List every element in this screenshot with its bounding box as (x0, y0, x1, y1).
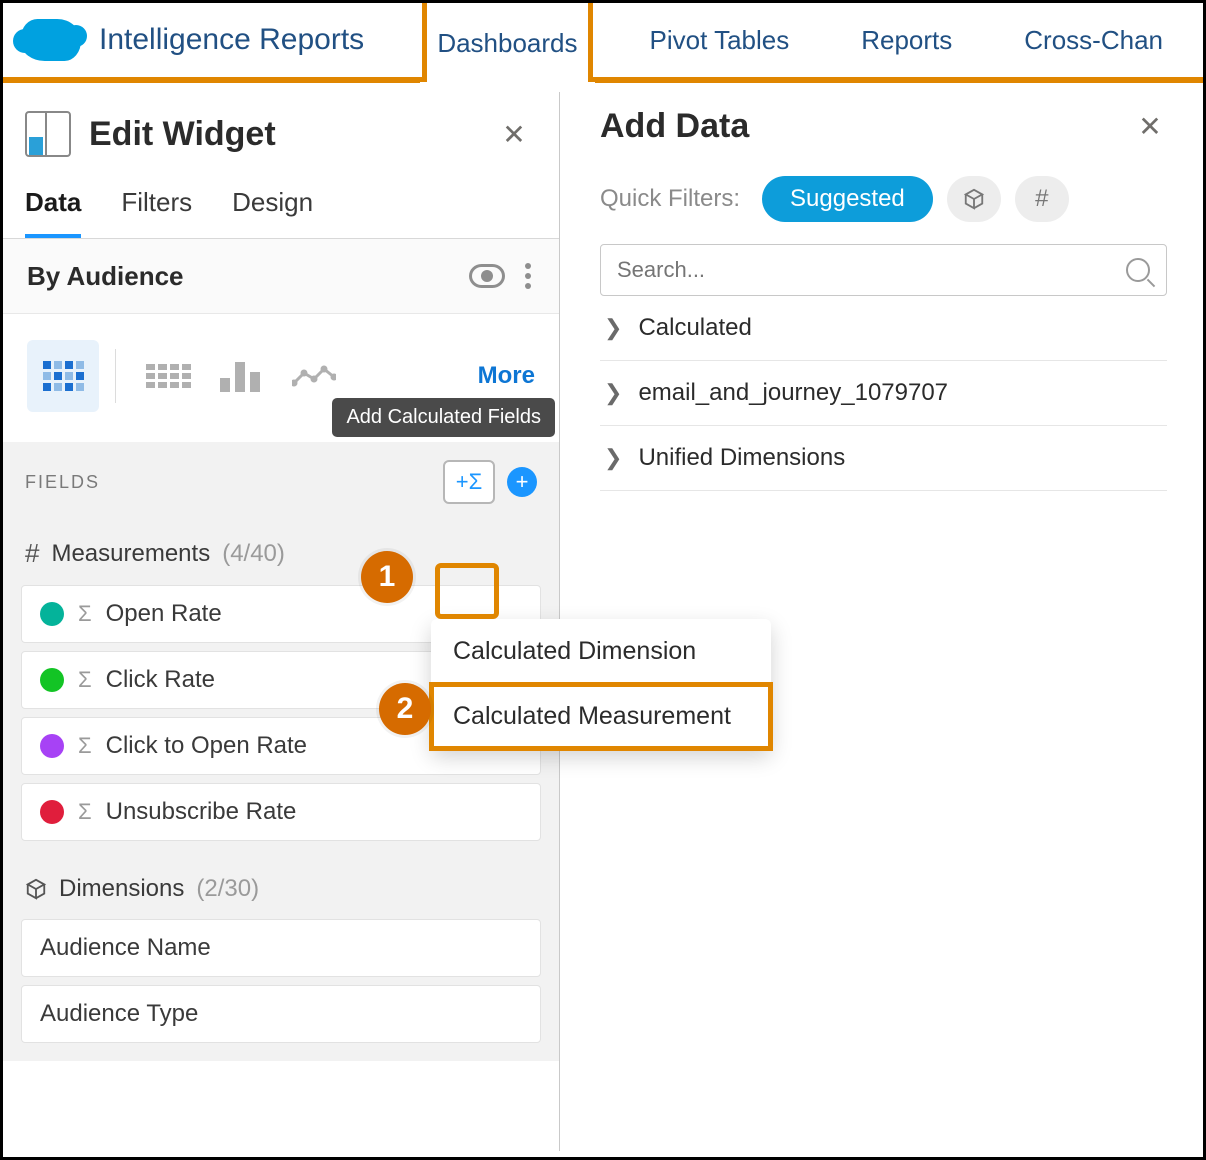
color-dot-icon (40, 734, 64, 758)
dimension-item[interactable]: Audience Name (21, 919, 541, 977)
brand-title: Intelligence Reports (99, 23, 364, 57)
hash-icon: # (1035, 185, 1048, 213)
datasource-email-journey[interactable]: ❯ email_and_journey_1079707 (600, 361, 1167, 426)
quick-filter-measurements[interactable]: # (1015, 176, 1069, 222)
sigma-icon: Σ (78, 799, 92, 825)
cube-icon (25, 878, 47, 900)
dimension-label: Audience Type (40, 1000, 198, 1028)
chevron-right-icon: ❯ (604, 445, 622, 471)
chevron-right-icon: ❯ (604, 380, 622, 406)
add-calculated-fields-button[interactable]: +Σ (443, 460, 495, 504)
measurement-label: Open Rate (106, 600, 222, 628)
datasource-label: Unified Dimensions (638, 444, 845, 472)
edit-widget-title: Edit Widget (89, 115, 479, 154)
search-input[interactable] (617, 257, 1126, 283)
add-data-pane: Add Data ✕ Quick Filters: Suggested # ❯ (560, 83, 1203, 1151)
tab-cross-channel[interactable]: Cross-Chan (1012, 3, 1175, 77)
sigma-icon: Σ (78, 667, 92, 693)
cube-icon (963, 188, 985, 210)
hash-icon: # (25, 538, 39, 569)
chart-type-heatmap[interactable] (27, 340, 99, 412)
widget-icon (25, 111, 71, 157)
chevron-right-icon: ❯ (604, 315, 622, 341)
dropdown-calculated-measurement[interactable]: Calculated Measurement (431, 684, 771, 749)
chart-type-bar[interactable] (204, 340, 276, 412)
subtab-data[interactable]: Data (25, 187, 81, 238)
dimensions-title: Dimensions (59, 875, 184, 903)
chart-type-table[interactable] (132, 340, 204, 412)
dimension-label: Audience Name (40, 934, 211, 962)
calculated-fields-dropdown: Calculated Dimension Calculated Measurem… (431, 619, 771, 749)
fields-header: Add Calculated Fields FIELDS +Σ + (3, 442, 559, 522)
top-navbar: Intelligence Reports Dashboards Pivot Ta… (3, 3, 1203, 83)
salesforce-logo-icon (21, 19, 81, 61)
tab-reports[interactable]: Reports (849, 3, 964, 77)
callout-1-highlight (435, 563, 499, 619)
quick-filter-dimensions[interactable] (947, 176, 1001, 222)
chart-type-more-button[interactable]: More (478, 362, 535, 390)
subtab-design[interactable]: Design (232, 187, 313, 238)
measurement-item[interactable]: Σ Unsubscribe Rate (21, 783, 541, 841)
measurement-label: Click Rate (106, 666, 215, 694)
tab-dashboards[interactable]: Dashboards (425, 1, 589, 85)
color-dot-icon (40, 602, 64, 626)
callout-1-badge: 1 (361, 551, 413, 603)
dimensions-list: Audience Name Audience Type (3, 919, 559, 1061)
close-edit-widget-button[interactable]: ✕ (497, 117, 531, 151)
quick-filters-label: Quick Filters: (600, 185, 740, 213)
dimension-item[interactable]: Audience Type (21, 985, 541, 1043)
add-field-button[interactable]: + (507, 467, 537, 497)
dropdown-calculated-dimension[interactable]: Calculated Dimension (431, 619, 771, 684)
subtab-filters[interactable]: Filters (121, 187, 192, 238)
add-data-title: Add Data (600, 107, 1133, 146)
quick-filter-suggested[interactable]: Suggested (762, 176, 933, 222)
dimensions-count: (2/30) (196, 875, 259, 903)
color-dot-icon (40, 800, 64, 824)
color-dot-icon (40, 668, 64, 692)
datasource-calculated[interactable]: ❯ Calculated (600, 296, 1167, 361)
search-box[interactable] (600, 244, 1167, 296)
datasource-label: email_and_journey_1079707 (638, 379, 948, 407)
search-icon (1126, 258, 1150, 282)
datasource-label: Calculated (638, 314, 751, 342)
widget-name: By Audience (27, 261, 469, 292)
sigma-icon: Σ (78, 601, 92, 627)
measurements-title: Measurements (51, 540, 210, 568)
datasource-unified-dimensions[interactable]: ❯ Unified Dimensions (600, 426, 1167, 491)
tab-pivot-tables[interactable]: Pivot Tables (638, 3, 802, 77)
edit-widget-pane: Edit Widget ✕ Data Filters Design By Aud… (3, 83, 560, 1151)
dimensions-header[interactable]: Dimensions (2/30) (3, 859, 559, 919)
preview-toggle-icon[interactable] (469, 264, 505, 288)
measurement-label: Click to Open Rate (106, 732, 307, 760)
callout-2-badge: 2 (379, 683, 431, 735)
widget-subtabs: Data Filters Design (3, 165, 559, 239)
sigma-icon: Σ (78, 733, 92, 759)
close-add-data-button[interactable]: ✕ (1133, 110, 1167, 144)
widget-more-menu-button[interactable] (521, 259, 535, 293)
fields-label: FIELDS (25, 472, 443, 493)
measurements-count: (4/40) (222, 540, 285, 568)
measurement-label: Unsubscribe Rate (106, 798, 297, 826)
add-calculated-tooltip: Add Calculated Fields (332, 398, 555, 437)
divider (115, 349, 116, 403)
